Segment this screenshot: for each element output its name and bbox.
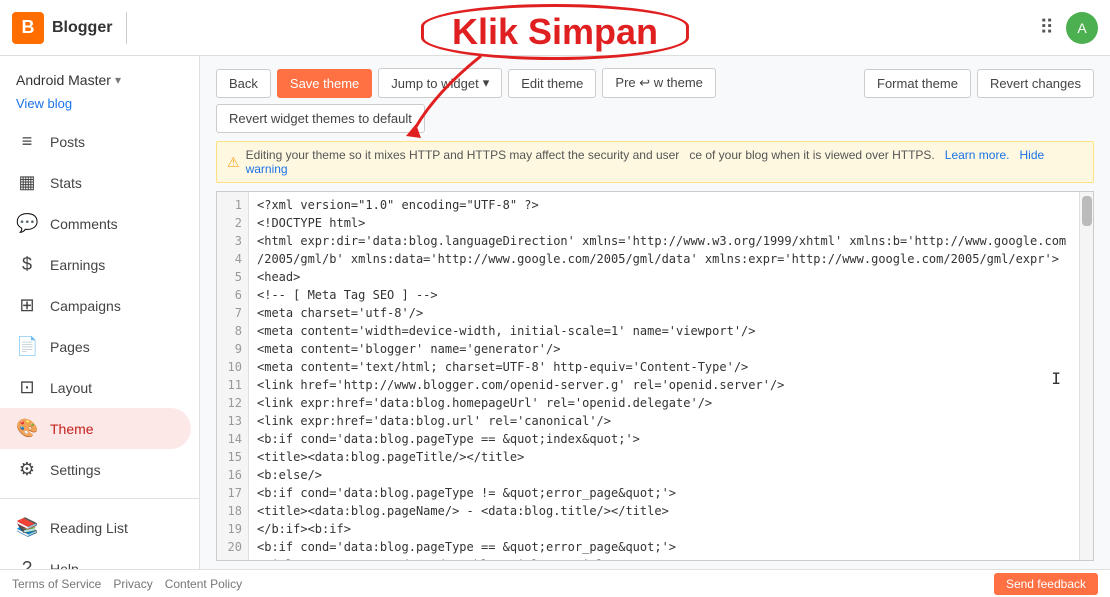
brand-name: Blogger: [52, 19, 112, 37]
sidebar-item-label: Theme: [50, 421, 94, 437]
sidebar-item-posts[interactable]: ≡ Posts: [0, 121, 191, 162]
footer-links: Terms of Service Privacy Content Policy: [12, 577, 242, 591]
toolbar: Back Save theme Jump to widget ▾ Edit th…: [216, 68, 1094, 133]
revert-widget-button[interactable]: Revert widget themes to default: [216, 104, 425, 133]
line-numbers: 1234567891011121314151617181920212223242…: [217, 192, 249, 561]
stats-icon: ▦: [16, 172, 38, 193]
content-area: Back Save theme Jump to widget ▾ Edit th…: [200, 56, 1110, 597]
sidebar-item-stats[interactable]: ▦ Stats: [0, 162, 191, 203]
blogger-logo: B Blogger: [12, 12, 127, 44]
view-blog-link[interactable]: View blog: [0, 94, 199, 121]
sidebar-item-layout[interactable]: ⊡ Layout: [0, 367, 191, 408]
main-layout: Android Master ▾ View blog ≡ Posts ▦ Sta…: [0, 56, 1110, 597]
blog-name[interactable]: Android Master ▾: [0, 66, 199, 94]
sidebar: Android Master ▾ View blog ≡ Posts ▦ Sta…: [0, 56, 200, 597]
layout-icon: ⊡: [16, 377, 38, 398]
scrollbar[interactable]: [1079, 192, 1093, 560]
jump-to-widget-button[interactable]: Jump to widget ▾: [378, 68, 502, 98]
header-right: ⠿ A: [1039, 12, 1098, 44]
grid-icon[interactable]: ⠿: [1039, 15, 1054, 40]
back-button[interactable]: Back: [216, 69, 271, 98]
footer: Terms of Service Privacy Content Policy …: [0, 569, 1110, 597]
sidebar-item-reading-list[interactable]: 📚 Reading List: [0, 507, 191, 548]
annotation-text: Klik Simpan: [452, 11, 658, 52]
warning-icon: ⚠: [227, 154, 240, 171]
sidebar-item-label: Settings: [50, 462, 101, 478]
format-theme-button[interactable]: Format theme: [864, 69, 971, 98]
content-policy-link[interactable]: Content Policy: [165, 577, 242, 591]
save-theme-button[interactable]: Save theme: [277, 69, 372, 98]
blogger-logo-icon: B: [12, 12, 44, 44]
sidebar-item-label: Posts: [50, 134, 85, 150]
comments-icon: 💬: [16, 213, 38, 234]
privacy-link[interactable]: Privacy: [113, 577, 152, 591]
sidebar-divider: [0, 498, 199, 499]
header: B Blogger Klik Simpan ⠿ A: [0, 0, 1110, 56]
code-lines: 1234567891011121314151617181920212223242…: [217, 192, 1093, 561]
preview-theme-button[interactable]: Pre ↩ w theme: [602, 68, 715, 98]
sidebar-item-theme[interactable]: 🎨 Theme: [0, 408, 191, 449]
code-content[interactable]: <?xml version="1.0" encoding="UTF-8" ?><…: [249, 192, 1093, 561]
dropdown-arrow-icon: ▾: [483, 75, 490, 91]
warning-bar: ⚠ Editing your theme so it mixes HTTP an…: [216, 141, 1094, 183]
sidebar-item-pages[interactable]: 📄 Pages: [0, 326, 191, 367]
sidebar-item-label: Pages: [50, 339, 90, 355]
pages-icon: 📄: [16, 336, 38, 357]
reading-list-icon: 📚: [16, 517, 38, 538]
sidebar-item-label: Reading List: [50, 520, 128, 536]
avatar[interactable]: A: [1066, 12, 1098, 44]
sidebar-item-campaigns[interactable]: ⊞ Campaigns: [0, 285, 191, 326]
klik-simpan-annotation: Klik Simpan: [421, 4, 689, 60]
learn-more-link[interactable]: Learn more.: [945, 148, 1010, 162]
send-feedback-button[interactable]: Send feedback: [994, 573, 1098, 595]
terms-link[interactable]: Terms of Service: [12, 577, 101, 591]
sidebar-item-label: Layout: [50, 380, 92, 396]
sidebar-item-comments[interactable]: 💬 Comments: [0, 203, 191, 244]
code-editor[interactable]: 1234567891011121314151617181920212223242…: [216, 191, 1094, 561]
theme-icon: 🎨: [16, 418, 38, 439]
revert-button[interactable]: Revert changes: [977, 69, 1094, 98]
settings-icon: ⚙: [16, 459, 38, 480]
sidebar-item-label: Campaigns: [50, 298, 121, 314]
edit-theme-button[interactable]: Edit theme: [508, 69, 596, 98]
earnings-icon: $: [16, 254, 38, 275]
posts-icon: ≡: [16, 131, 38, 152]
dropdown-arrow: ▾: [115, 73, 121, 87]
sidebar-item-settings[interactable]: ⚙ Settings: [0, 449, 191, 490]
sidebar-item-earnings[interactable]: $ Earnings: [0, 244, 191, 285]
campaigns-icon: ⊞: [16, 295, 38, 316]
sidebar-item-label: Earnings: [50, 257, 105, 273]
sidebar-item-label: Comments: [50, 216, 118, 232]
sidebar-item-label: Stats: [50, 175, 82, 191]
warning-text: Editing your theme so it mixes HTTP and …: [246, 148, 1083, 176]
